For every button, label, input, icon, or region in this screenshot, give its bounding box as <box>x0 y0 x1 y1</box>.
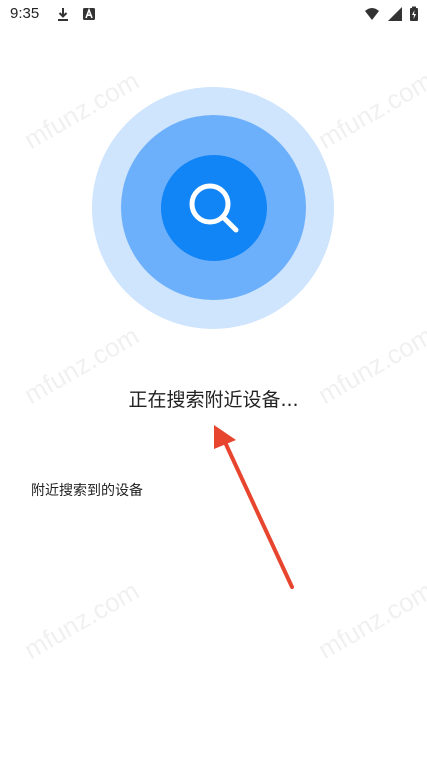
annotation-arrow <box>214 425 294 589</box>
annotation-arrow-line <box>222 438 294 589</box>
